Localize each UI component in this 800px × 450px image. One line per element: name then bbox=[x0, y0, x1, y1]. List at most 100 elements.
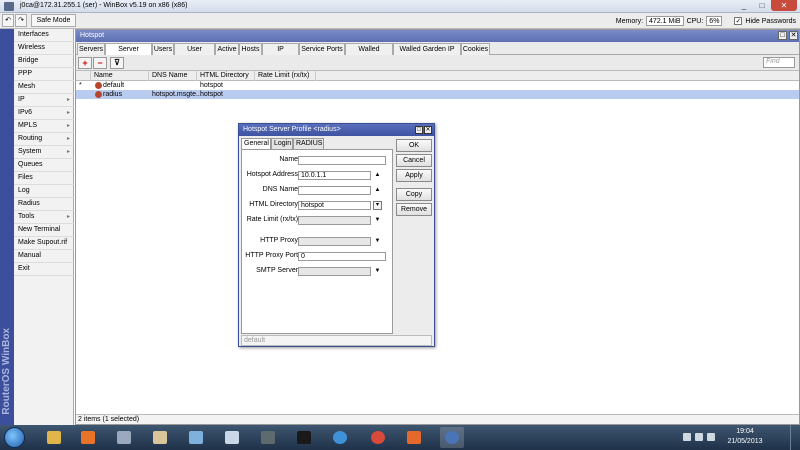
sidebar-item-interfaces[interactable]: Interfaces bbox=[14, 29, 74, 42]
tab-cookies[interactable]: Cookies bbox=[461, 43, 490, 55]
tab-walled-garden[interactable]: Walled Garden bbox=[345, 43, 393, 64]
sidebar-item-new-terminal[interactable]: New Terminal bbox=[14, 224, 74, 237]
maximize-button[interactable]: □ bbox=[753, 0, 771, 11]
sidebar-item-bridge[interactable]: Bridge bbox=[14, 55, 74, 68]
sidebar-item-mesh[interactable]: Mesh bbox=[14, 81, 74, 94]
safe-mode-button[interactable]: Safe Mode bbox=[31, 14, 76, 27]
dialog-restore-button[interactable]: □ bbox=[415, 126, 423, 134]
start-button[interactable] bbox=[4, 427, 25, 448]
name-field[interactable] bbox=[298, 156, 386, 165]
row-name: default bbox=[103, 82, 125, 89]
terminal-taskbar-icon[interactable] bbox=[292, 427, 316, 448]
sidebar-item-exit[interactable]: Exit bbox=[14, 263, 74, 276]
sidebar-item-label: Interfaces bbox=[18, 31, 49, 38]
undo-button[interactable]: ↶ bbox=[2, 14, 14, 27]
sidebar-item-ipv6[interactable]: IPv6 ▸ bbox=[14, 107, 74, 120]
smtp-server-field[interactable] bbox=[298, 267, 371, 276]
copy-button[interactable]: Copy bbox=[396, 188, 432, 201]
hide-passwords-label: Hide Passwords bbox=[745, 17, 796, 25]
sidebar-item-tools[interactable]: Tools ▸ bbox=[14, 211, 74, 224]
html-directory-label: HTML Directory: bbox=[249, 201, 300, 208]
rate-limit-down-icon[interactable]: ▼ bbox=[373, 216, 382, 225]
app-taskbar-icon[interactable] bbox=[402, 427, 426, 448]
film-taskbar-icon[interactable] bbox=[256, 427, 280, 448]
tab-servers[interactable]: Servers bbox=[77, 43, 105, 55]
apply-button[interactable]: Apply bbox=[396, 169, 432, 182]
column-rate-limit[interactable]: Rate Limit (rx/tx) bbox=[255, 71, 316, 81]
sidebar-item-radius[interactable]: Radius bbox=[14, 198, 74, 211]
sidebar-item-manual[interactable]: Manual bbox=[14, 250, 74, 263]
close-button[interactable]: ✕ bbox=[771, 0, 797, 11]
dialog-close-button[interactable]: ✕ bbox=[424, 126, 432, 134]
explorer-taskbar-icon[interactable] bbox=[42, 427, 66, 448]
hide-passwords-checkbox[interactable]: ✓ bbox=[734, 17, 743, 25]
dns-name-field[interactable] bbox=[298, 186, 371, 195]
paint-taskbar-icon[interactable] bbox=[148, 427, 172, 448]
hotspot-close-button[interactable]: ✕ bbox=[789, 31, 798, 40]
column-name[interactable]: Name bbox=[91, 71, 149, 81]
photo-taskbar-icon[interactable] bbox=[184, 427, 208, 448]
minimize-button[interactable]: _ bbox=[735, 0, 753, 11]
add-button[interactable]: + bbox=[78, 57, 92, 69]
column-dns-name[interactable]: DNS Name bbox=[149, 71, 197, 81]
sidebar-item-log[interactable]: Log bbox=[14, 185, 74, 198]
http-proxy-down-icon[interactable]: ▼ bbox=[373, 237, 382, 246]
sidebar-item-mpls[interactable]: MPLS ▸ bbox=[14, 120, 74, 133]
cancel-button[interactable]: Cancel bbox=[396, 154, 432, 167]
hotspot-address-up-icon[interactable]: ▲ bbox=[373, 171, 382, 180]
document-taskbar-icon[interactable] bbox=[220, 427, 244, 448]
tray-flag-icon[interactable] bbox=[683, 433, 691, 441]
media-player-taskbar-icon[interactable] bbox=[76, 427, 100, 448]
html-directory-field[interactable]: hotspot bbox=[298, 201, 371, 210]
find-input[interactable]: Find bbox=[763, 57, 795, 68]
sidebar-item-files[interactable]: Files bbox=[14, 172, 74, 185]
window-title: j0ca@172.31.255.1 (ser) - WinBox v5.19 o… bbox=[20, 2, 188, 9]
rate-limit-field[interactable] bbox=[298, 216, 371, 225]
tab-radius[interactable]: RADIUS bbox=[293, 138, 324, 149]
internet-explorer-taskbar-icon[interactable] bbox=[328, 427, 352, 448]
filter-icon[interactable]: ⊽ bbox=[110, 57, 124, 69]
tray-network-icon[interactable] bbox=[695, 433, 703, 441]
hotspot-restore-button[interactable]: □ bbox=[778, 31, 787, 40]
smtp-server-down-icon[interactable]: ▼ bbox=[373, 267, 382, 276]
redo-button[interactable]: ↷ bbox=[15, 14, 27, 27]
tab-active[interactable]: Active bbox=[215, 43, 239, 55]
submenu-arrow-icon: ▸ bbox=[66, 214, 70, 220]
hotspot-title: Hotspot bbox=[80, 32, 105, 39]
remove-profile-button[interactable]: Remove bbox=[396, 203, 432, 216]
tray-volume-icon[interactable] bbox=[707, 433, 715, 441]
hotspot-title-bar: Hotspot □ ✕ bbox=[76, 30, 799, 42]
column-html-directory[interactable]: HTML Directory bbox=[197, 71, 255, 81]
tab-login[interactable]: Login bbox=[271, 138, 293, 149]
remove-button[interactable]: − bbox=[93, 57, 107, 69]
http-proxy-field[interactable] bbox=[298, 237, 371, 246]
sidebar-item-system[interactable]: System ▸ bbox=[14, 146, 74, 159]
table-row[interactable]: * default hotspot bbox=[76, 81, 799, 90]
tab-hosts[interactable]: Hosts bbox=[239, 43, 262, 55]
winbox-taskbar-icon[interactable] bbox=[440, 427, 464, 448]
sidebar-item-make-supout[interactable]: Make Supout.rif bbox=[14, 237, 74, 250]
tab-ip-bindings[interactable]: IP Bindings bbox=[262, 43, 299, 64]
sidebar-item-queues[interactable]: Queues bbox=[14, 159, 74, 172]
chrome-taskbar-icon[interactable] bbox=[366, 427, 390, 448]
tab-user-profiles[interactable]: User Profiles bbox=[174, 43, 215, 64]
submenu-arrow-icon: ▸ bbox=[66, 110, 70, 116]
tab-service-ports[interactable]: Service Ports bbox=[299, 43, 345, 55]
show-desktop-button[interactable] bbox=[790, 425, 800, 450]
flag-column-header bbox=[76, 71, 91, 81]
clock[interactable]: 19:04 21/05/2013 bbox=[720, 427, 770, 447]
tab-users[interactable]: Users bbox=[152, 43, 174, 55]
ok-button[interactable]: OK bbox=[396, 139, 432, 152]
http-proxy-port-field[interactable]: 0 bbox=[298, 252, 386, 261]
tab-walled-garden-ip-list[interactable]: Walled Garden IP List bbox=[393, 43, 461, 64]
sidebar-item-ip[interactable]: IP ▸ bbox=[14, 94, 74, 107]
app-taskbar-icon[interactable] bbox=[112, 427, 136, 448]
dns-name-up-icon[interactable]: ▲ bbox=[373, 186, 382, 195]
html-directory-dropdown-icon[interactable]: ▾ bbox=[373, 201, 382, 210]
sidebar-item-wireless[interactable]: Wireless bbox=[14, 42, 74, 55]
table-row[interactable]: radius hotspot.msgte... hotspot bbox=[76, 90, 799, 99]
dialog-title-bar: Hotspot Server Profile <radius> □ ✕ bbox=[239, 124, 434, 136]
hotspot-address-field[interactable]: 10.0.1.1 bbox=[298, 171, 371, 180]
sidebar-item-routing[interactable]: Routing ▸ bbox=[14, 133, 74, 146]
sidebar-item-ppp[interactable]: PPP bbox=[14, 68, 74, 81]
